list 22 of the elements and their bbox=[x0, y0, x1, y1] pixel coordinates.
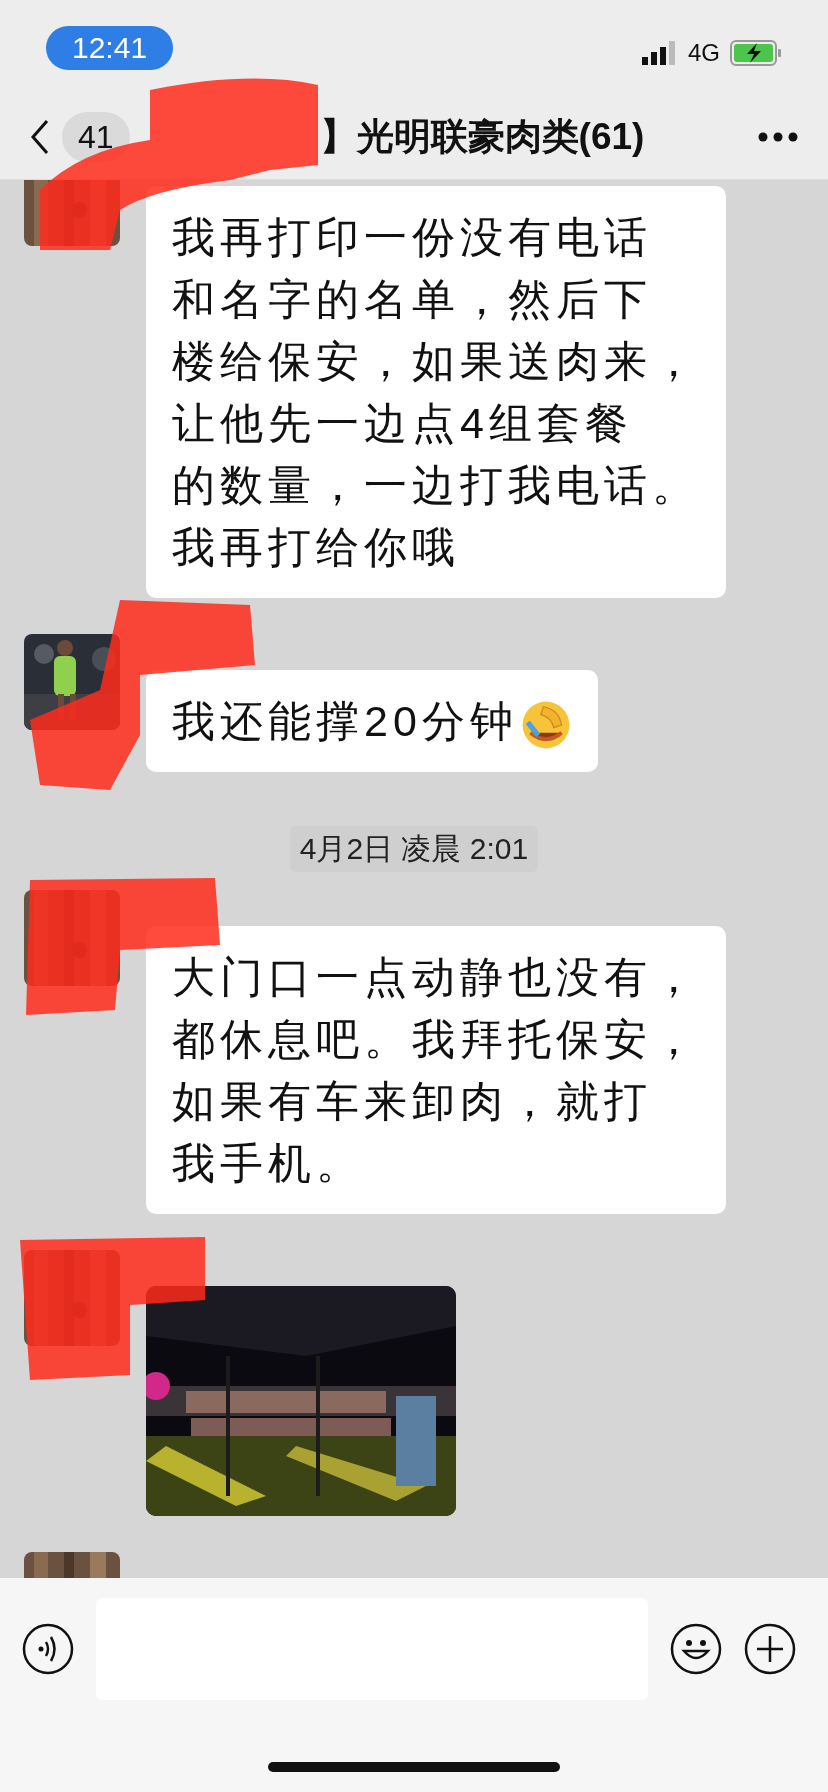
network-label: 4G bbox=[688, 37, 720, 68]
signal-icon bbox=[642, 40, 678, 65]
message-text: 和名字的名单，然后下 bbox=[172, 275, 652, 323]
message-text: 如果有车来卸肉，就打 bbox=[172, 1077, 652, 1125]
add-icon[interactable] bbox=[744, 1623, 796, 1675]
chat-title: 】光明联豪肉类(61) bbox=[319, 115, 645, 160]
message-text: 让他先一边点4组套餐 bbox=[172, 399, 633, 447]
message-text: 楼给保安，如果送肉来， bbox=[172, 337, 700, 385]
battery-charging-icon bbox=[730, 39, 782, 66]
message-text: 的数量，一边打我电话。 bbox=[172, 461, 700, 509]
message-text: 大门口一点动静也没有， bbox=[172, 953, 700, 1001]
back-icon[interactable] bbox=[30, 119, 50, 155]
voice-icon[interactable] bbox=[22, 1623, 74, 1675]
message-text: 我再打给你哦 bbox=[172, 523, 460, 571]
message-text: 我还能撑20分钟 bbox=[172, 697, 518, 745]
message-text: 都休息吧。我拜托保安， bbox=[172, 1015, 700, 1063]
status-time: 12:41 bbox=[46, 25, 174, 70]
emoji-icon[interactable] bbox=[670, 1623, 722, 1675]
message-text: 我手机。 bbox=[172, 1139, 364, 1187]
message-text: 我再打印一份没有电话 bbox=[172, 213, 652, 261]
timestamp: 4月2日 凌晨 2:01 bbox=[289, 826, 539, 872]
more-icon[interactable] bbox=[758, 132, 798, 142]
